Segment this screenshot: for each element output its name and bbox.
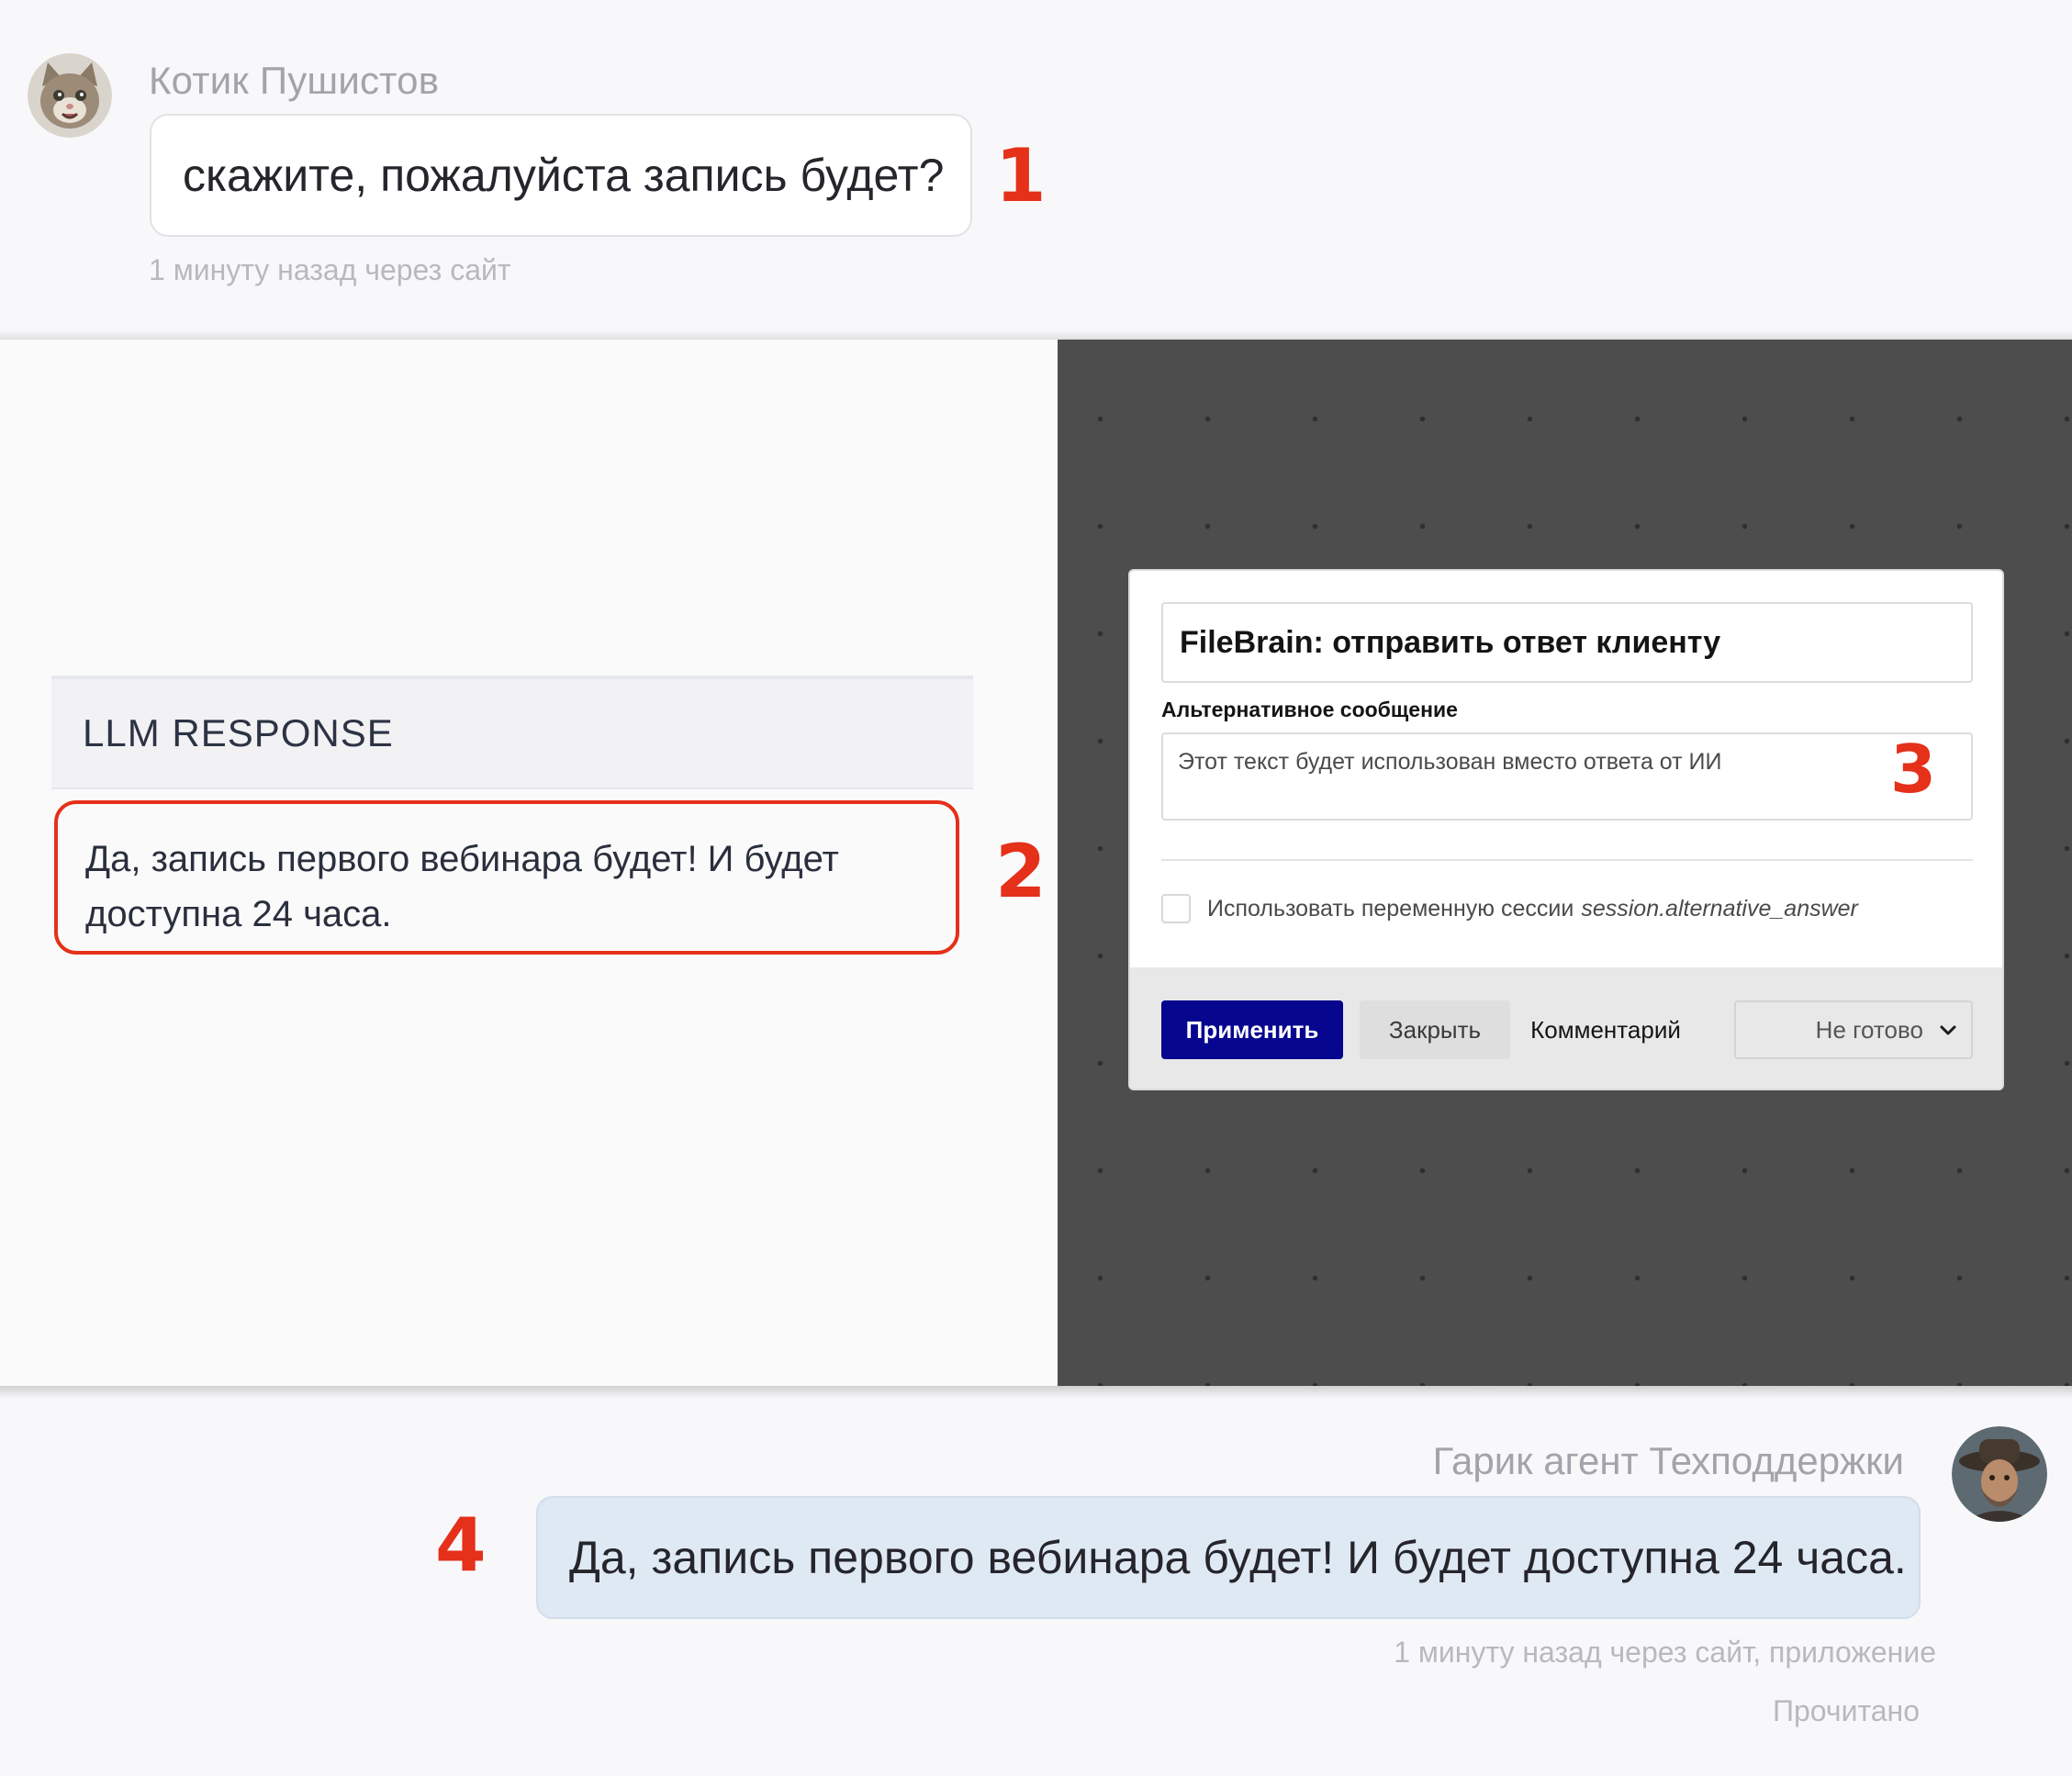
dialog-title: FileBrain: отправить ответ клиенту bbox=[1161, 602, 1973, 683]
session-variable-checkbox[interactable] bbox=[1161, 894, 1191, 923]
send-answer-dialog: FileBrain: отправить ответ клиенту Альте… bbox=[1128, 569, 2004, 1090]
close-button[interactable]: Закрыть bbox=[1360, 1000, 1510, 1059]
annotation-marker-1: 1 bbox=[995, 133, 1047, 218]
chevron-down-icon bbox=[1940, 1025, 1956, 1035]
annotation-marker-2: 2 bbox=[995, 829, 1047, 914]
session-variable-checkbox-row[interactable]: Использовать переменную сессии session.a… bbox=[1161, 892, 1858, 925]
apply-button[interactable]: Применить bbox=[1161, 1000, 1343, 1059]
status-select-value: Не готово bbox=[1815, 1015, 1923, 1044]
agent-message-meta: 1 минуту назад через сайт, приложение bbox=[1394, 1636, 1936, 1669]
alternative-message-label: Альтернативное сообщение bbox=[1161, 698, 1458, 721]
dialog-divider bbox=[1161, 859, 1973, 861]
session-variable-checkbox-label: Использовать переменную сессии bbox=[1207, 895, 1574, 922]
alternative-message-input[interactable] bbox=[1161, 732, 1973, 821]
section-divider-shadow-bottom bbox=[0, 1386, 2072, 1399]
client-message-bubble: скажите, пожалуйста запись будет? bbox=[150, 114, 972, 237]
agent-message-text: Да, запись первого вебинара будет! И буд… bbox=[569, 1532, 1907, 1583]
cat-avatar-icon[interactable] bbox=[28, 53, 112, 138]
status-select[interactable]: Не готово bbox=[1734, 1000, 1973, 1059]
client-author-name: Котик Пушистов bbox=[149, 59, 440, 102]
read-status: Прочитано bbox=[1773, 1694, 1920, 1727]
agent-message-bubble: Да, запись первого вебинара будет! И буд… bbox=[536, 1496, 1921, 1619]
annotation-marker-4: 4 bbox=[435, 1502, 487, 1588]
client-message-meta: 1 минуту назад через сайт bbox=[149, 253, 511, 286]
llm-response-box: Да, запись первого вебинара будет! И буд… bbox=[54, 800, 959, 955]
session-variable-name: session.alternative_answer bbox=[1581, 895, 1858, 922]
dialog-footer: Применить Закрыть Комментарий Не готово bbox=[1130, 967, 2002, 1089]
client-message-section: Котик Пушистов скажите, пожалуйста запис… bbox=[0, 0, 2072, 335]
llm-response-text: Да, запись первого вебинара будет! И буд… bbox=[85, 839, 839, 934]
agent-avatar-icon[interactable] bbox=[1952, 1426, 2047, 1522]
llm-response-header: LLM RESPONSE bbox=[51, 676, 973, 789]
page: Котик Пушистов скажите, пожалуйста запис… bbox=[0, 0, 2072, 1776]
client-message-text: скажите, пожалуйста запись будет? bbox=[183, 150, 945, 201]
comment-button[interactable]: Комментарий bbox=[1525, 1000, 1686, 1059]
agent-author-name: Гарик агент Техподдержки bbox=[1432, 1439, 1904, 1482]
annotation-marker-3: 3 bbox=[1890, 731, 1937, 808]
